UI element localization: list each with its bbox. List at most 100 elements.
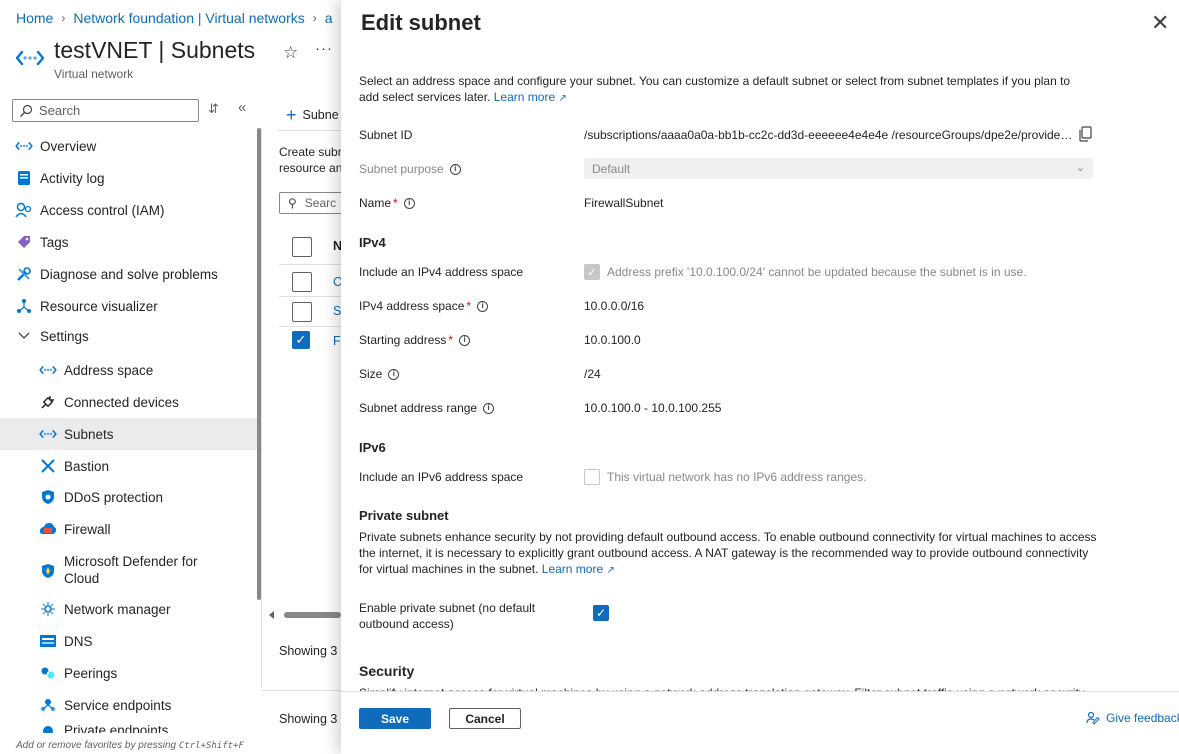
close-icon[interactable]: ✕ (1151, 12, 1169, 34)
sidebar-item-overview[interactable]: Overview (0, 130, 258, 162)
sidebar-item-label: Activity log (40, 170, 105, 186)
size-label-text: Size (359, 367, 383, 381)
search-icon: ⚲ (288, 196, 297, 210)
sidebar-item-defender[interactable]: Microsoft Defender for Cloud (0, 550, 258, 590)
activity-log-icon (14, 168, 34, 188)
enable-private-subnet-checkbox[interactable]: ✓ (593, 605, 609, 621)
sidebar-item-subnets[interactable]: Subnets (0, 418, 258, 450)
expand-collapse-icon[interactable]: ⇵ (208, 101, 219, 117)
row-checkbox[interactable] (292, 272, 312, 292)
sidebar-item-access-control[interactable]: Access control (IAM) (0, 194, 258, 226)
ipv4-address-space-label: IPv4 address space * i (359, 299, 489, 313)
visualizer-icon (14, 296, 34, 316)
external-link-icon: ↗ (558, 93, 567, 104)
sidebar-item-activity-log[interactable]: Activity log (0, 162, 258, 194)
row-checkbox-checked[interactable]: ✓ (292, 331, 310, 349)
more-icon[interactable]: ··· (315, 40, 333, 57)
include-ipv4-note: Address prefix '10.0.100.0/24' cannot be… (607, 265, 1027, 279)
sidebar-item-resource-visualizer[interactable]: Resource visualizer (0, 290, 258, 322)
subnets-description-line: resource an (279, 161, 343, 175)
give-feedback-link[interactable]: Give feedback (1086, 711, 1179, 725)
sidebar-search-placeholder: Search (39, 103, 81, 118)
favorites-hint-text: Add or remove favorites by pressing (16, 740, 179, 751)
sidebar-item-address-space[interactable]: Address space (0, 354, 258, 386)
subnet-address-range-value: 10.0.100.0 - 10.0.100.255 (584, 401, 722, 415)
save-button[interactable]: Save (359, 708, 431, 729)
subnet-purpose-select: Default ⌄ (584, 158, 1093, 179)
sidebar-item-dns[interactable]: DNS (0, 625, 258, 657)
subnet-address-range-label-text: Subnet address range (359, 401, 478, 415)
private-learn-more-link[interactable]: Learn more ↗ (542, 562, 615, 576)
sidebar-item-service-endpoints[interactable]: Service endpoints (0, 689, 258, 721)
info-icon[interactable]: i (449, 163, 461, 175)
subnet-address-range-label: Subnet address range i (359, 401, 495, 415)
showing-count: Showing 3 s (279, 644, 348, 658)
chevron-right-icon: › (312, 11, 317, 25)
sidebar-item-ddos-protection[interactable]: DDoS protection (0, 481, 258, 513)
sidebar-item-label: Firewall (64, 521, 111, 537)
include-ipv6-label-text: Include an IPv6 address space (359, 470, 524, 484)
add-subnet-button[interactable]: + Subne (286, 105, 339, 125)
sidebar-item-label: Service endpoints (64, 697, 172, 713)
sidebar-item-label: Microsoft Defender for Cloud (64, 554, 198, 586)
info-icon[interactable]: i (477, 300, 489, 312)
service-endpoints-icon (38, 695, 58, 715)
network-manager-icon (38, 599, 58, 619)
select-all-checkbox[interactable] (292, 237, 312, 257)
breadcrumb-vnet[interactable]: a (325, 10, 333, 26)
sidebar-item-tags[interactable]: Tags (0, 226, 258, 258)
sidebar-item-firewall[interactable]: Firewall (0, 513, 258, 545)
include-ipv6-label: Include an IPv6 address space (359, 470, 523, 484)
breadcrumb-virtual-networks[interactable]: Network foundation | Virtual networks (73, 10, 304, 26)
vnet-icon (38, 360, 58, 380)
page-subtitle: Virtual network (54, 67, 134, 81)
info-icon[interactable]: i (483, 402, 495, 414)
favorites-shortcut: Ctrl+Shift+F (178, 741, 244, 751)
breadcrumb-home[interactable]: Home (16, 10, 53, 26)
star-icon[interactable]: ☆ (283, 43, 298, 63)
row-divider (279, 264, 341, 265)
private-learn-more-label: Learn more (541, 562, 604, 576)
learn-more-link[interactable]: Learn more ↗ (494, 90, 567, 104)
info-icon[interactable]: i (403, 197, 415, 209)
required-marker: * (393, 196, 398, 210)
sidebar-item-private-endpoints[interactable]: Private endpoints (0, 721, 258, 733)
feedback-icon (1086, 711, 1100, 725)
sidebar-search-input[interactable]: Search (12, 99, 199, 122)
horizontal-scrollbar[interactable] (266, 608, 341, 622)
info-icon[interactable]: i (459, 334, 471, 346)
info-icon[interactable]: i (388, 368, 400, 380)
blade-divider (261, 128, 262, 688)
panel-title: Edit subnet (361, 10, 481, 35)
subnet-id-label: Subnet ID (359, 128, 412, 142)
row-checkbox[interactable] (292, 302, 312, 322)
collapse-sidebar-icon[interactable]: « (238, 99, 246, 116)
sidebar-item-connected-devices[interactable]: Connected devices (0, 386, 258, 418)
subnets-description: Create subn resource an (279, 144, 344, 176)
sidebar-item-bastion[interactable]: Bastion (0, 450, 258, 482)
subnets-search-placeholder: Searc (304, 196, 337, 210)
required-marker: * (448, 333, 454, 347)
sidebar-item-peerings[interactable]: Peerings (0, 657, 258, 689)
ipv6-section-title: IPv6 (359, 440, 386, 455)
sidebar-group-settings[interactable]: Settings (0, 320, 258, 352)
subnet-id-label-text: Subnet ID (359, 128, 413, 142)
external-link-icon: ↗ (606, 565, 615, 576)
blade-footer-divider (261, 690, 341, 691)
name-value: FirewallSubnet (584, 196, 664, 210)
private-endpoints-icon (38, 721, 58, 733)
plus-icon: + (286, 105, 297, 125)
cancel-button[interactable]: Cancel (449, 708, 521, 729)
peerings-icon (38, 663, 58, 683)
copy-icon[interactable] (1078, 126, 1092, 142)
sidebar-item-label: Resource visualizer (40, 298, 158, 314)
sidebar-item-label: Network manager (64, 601, 171, 617)
required-marker: * (466, 299, 472, 313)
sidebar-item-label: Settings (40, 328, 89, 344)
sidebar-item-diagnose[interactable]: Diagnose and solve problems (0, 258, 258, 290)
private-subnet-title: Private subnet (359, 508, 449, 523)
sidebar-item-network-manager[interactable]: Network manager (0, 593, 258, 625)
include-ipv4-checkbox: ✓ (584, 264, 600, 280)
chevron-down-icon: ⌄ (1075, 162, 1085, 174)
sidebar-item-label: Private endpoints (64, 723, 169, 733)
